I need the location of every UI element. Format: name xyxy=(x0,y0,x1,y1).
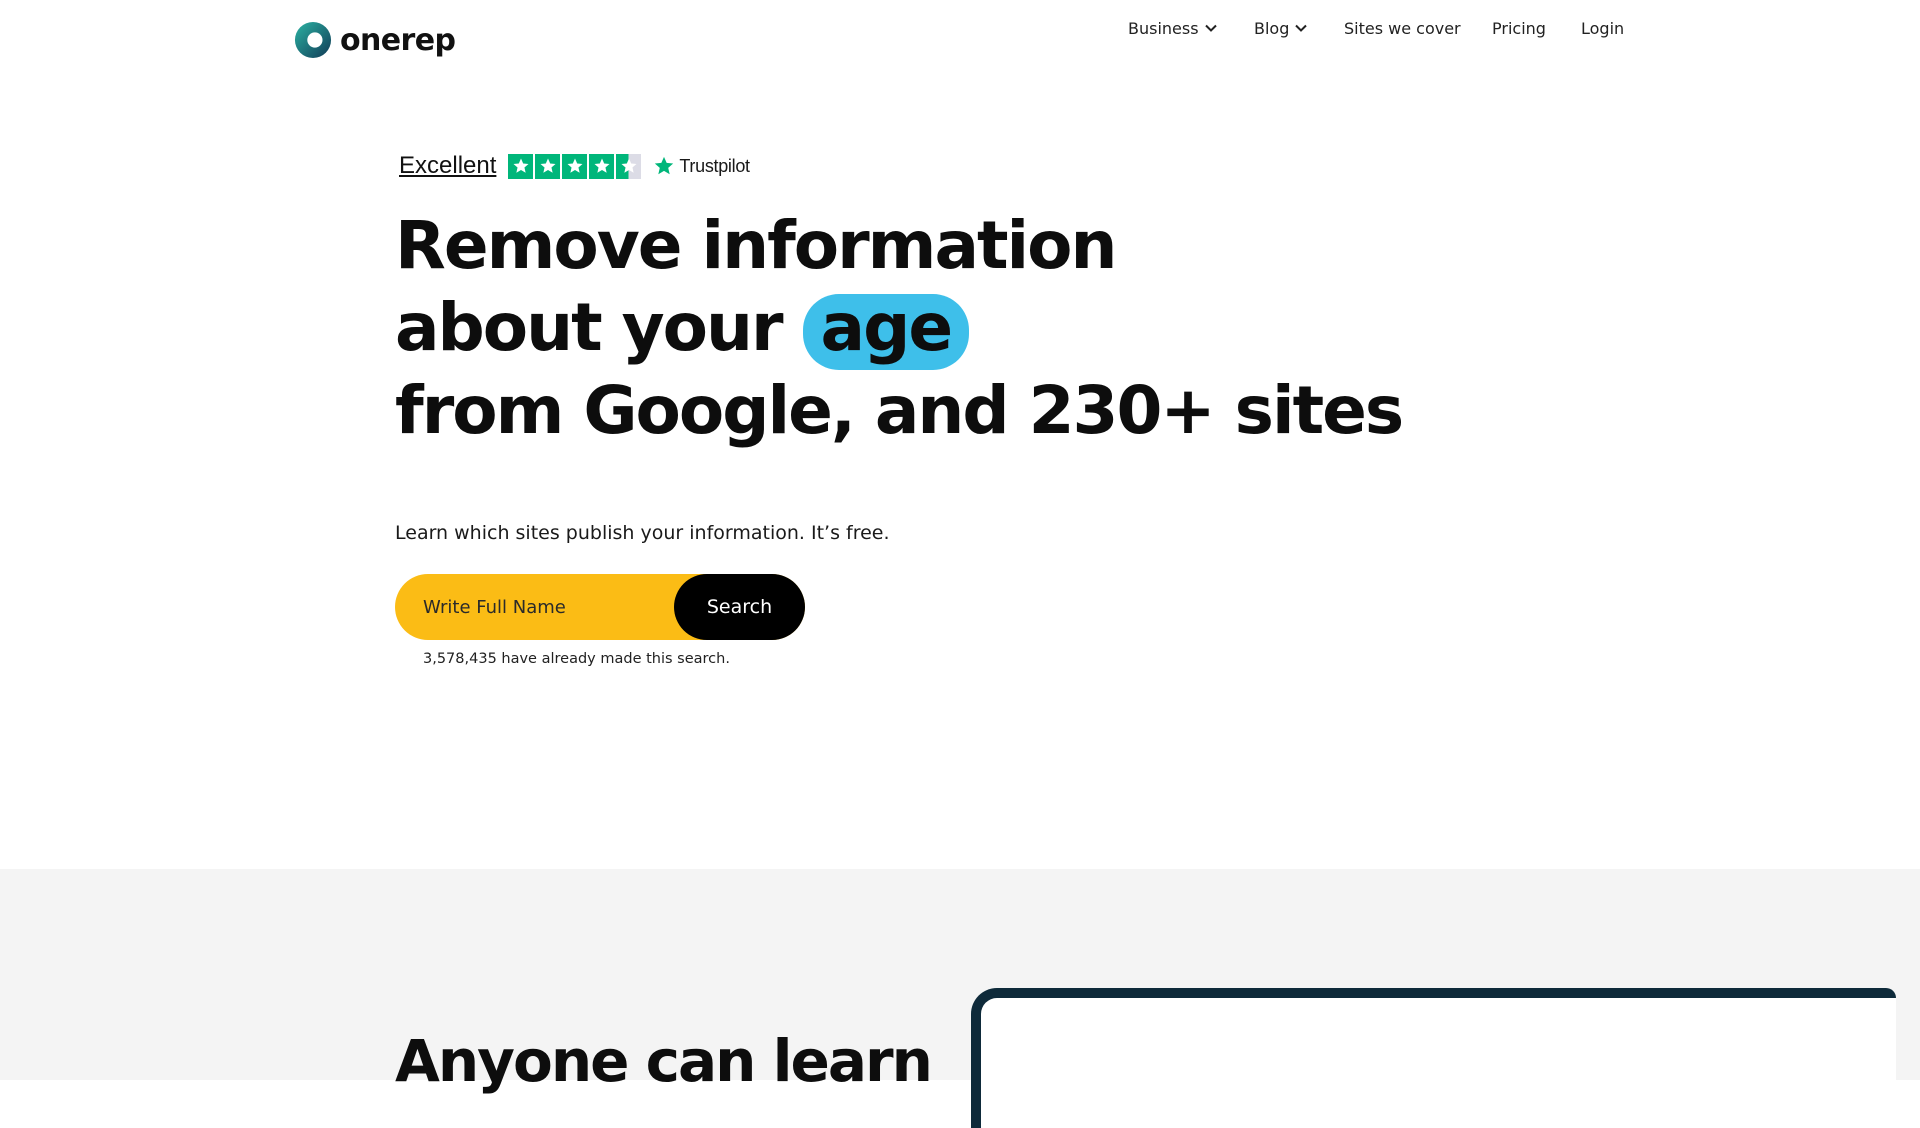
nav-sites-we-cover[interactable]: Sites we cover xyxy=(1344,19,1461,38)
hero-headline: Remove information about your age from G… xyxy=(395,205,1404,452)
trustpilot-wordmark: Trustpilot xyxy=(679,155,750,176)
nav-pricing[interactable]: Pricing xyxy=(1492,19,1546,38)
nav-blog[interactable]: Blog xyxy=(1254,18,1308,38)
site-header: onerep Business Blog Sites we cover Pric… xyxy=(0,0,1920,80)
device-mockup-frame xyxy=(971,988,1896,1128)
nav-blog-label: Blog xyxy=(1254,18,1290,38)
chevron-down-icon xyxy=(1204,24,1217,32)
rating-label: Excellent xyxy=(399,152,497,179)
nav-login[interactable]: Login xyxy=(1581,19,1624,38)
headline-line-2: about your age xyxy=(395,287,1402,370)
star-icon xyxy=(562,153,588,179)
full-name-input[interactable] xyxy=(395,574,675,640)
nav-login-label: Login xyxy=(1581,18,1625,38)
onerep-logo-icon xyxy=(294,21,332,59)
nav-business[interactable]: Business xyxy=(1128,19,1217,38)
headline-line-2-prefix: about your xyxy=(395,289,784,366)
search-count-text: 3,578,435 have already made this search. xyxy=(423,651,730,667)
lower-section: Anyone can learn xyxy=(0,869,1920,1128)
rating-stars xyxy=(508,153,642,179)
half-star-icon xyxy=(616,153,642,179)
star-icon xyxy=(508,153,534,179)
nav-sites-label: Sites we cover xyxy=(1344,18,1461,38)
headline-line-1: Remove information xyxy=(395,207,1118,284)
trustpilot-rating[interactable]: Excellent Trustpilot xyxy=(399,152,750,180)
section-heading: Anyone can learn xyxy=(395,1027,933,1095)
onerep-logo[interactable]: onerep xyxy=(294,20,456,60)
chevron-down-icon xyxy=(1295,24,1308,32)
nav-business-label: Business xyxy=(1128,18,1199,38)
headline-highlight: age xyxy=(802,294,970,370)
trustpilot-logo: Trustpilot xyxy=(653,155,750,177)
search-form: Search xyxy=(395,574,805,640)
headline-line-3: from Google, and 230+ sites xyxy=(395,372,1404,449)
hero-subtext: Learn which sites publish your informati… xyxy=(395,522,890,544)
trustpilot-star-icon xyxy=(655,156,674,175)
star-icon xyxy=(589,153,615,179)
star-icon xyxy=(535,153,561,179)
logo-wordmark: onerep xyxy=(340,22,456,58)
search-button[interactable]: Search xyxy=(674,574,805,640)
nav-pricing-label: Pricing xyxy=(1492,18,1546,38)
